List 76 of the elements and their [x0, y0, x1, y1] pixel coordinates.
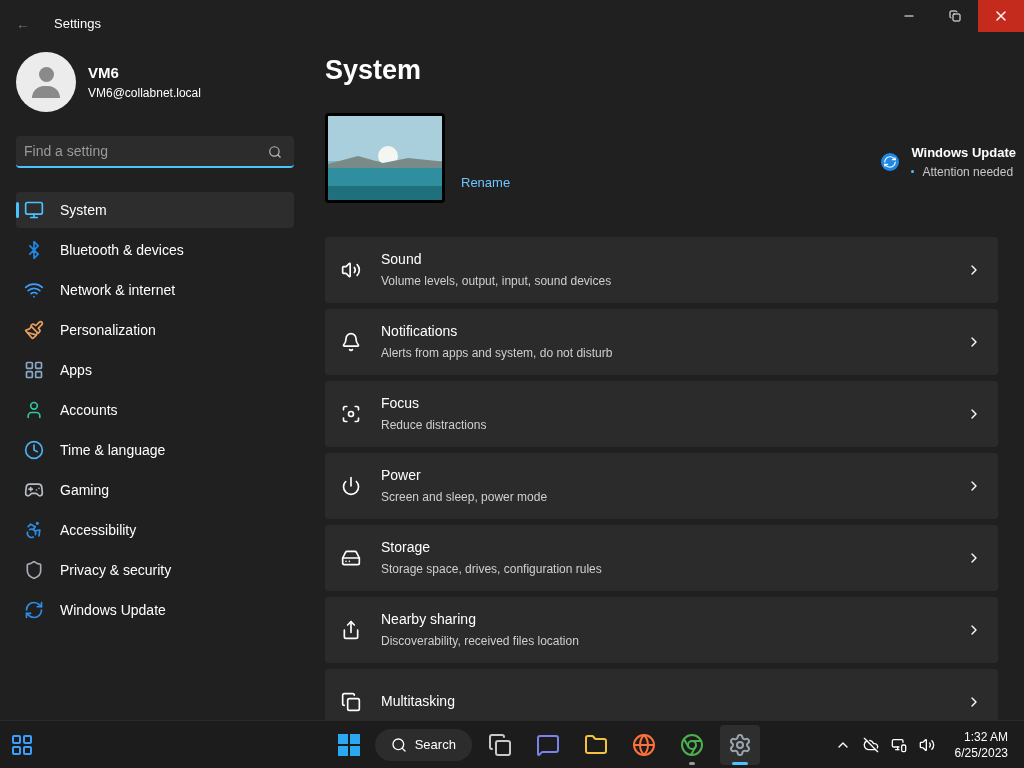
apps-icon — [24, 360, 44, 380]
card-description: Reduce distractions — [381, 417, 488, 434]
gamepad-icon — [24, 480, 44, 500]
card-description: Volume levels, output, input, sound devices — [381, 273, 613, 290]
speaker-icon — [341, 259, 361, 280]
running-indicator — [688, 761, 695, 765]
chrome-icon — [679, 732, 704, 757]
monitor-icon — [24, 200, 44, 220]
page-title: System — [325, 54, 423, 87]
sidebar-item[interactable]: Network & internet — [16, 272, 294, 308]
task-view-icon — [487, 732, 512, 757]
card-title: Storage — [381, 538, 432, 557]
windows-logo-icon — [337, 733, 360, 756]
sidebar-item[interactable]: Windows Update — [16, 592, 294, 628]
search-icon — [268, 145, 282, 159]
card-title: Nearby sharing — [381, 610, 477, 629]
card-title: Multitasking — [381, 692, 456, 711]
rename-link[interactable]: Rename — [461, 173, 511, 193]
clock-icon — [24, 440, 44, 460]
update-icon — [881, 152, 900, 171]
windows-icon — [341, 691, 361, 712]
settings-card[interactable]: Nearby sharing Discoverability, received files location — [325, 596, 998, 663]
card-description: Storage space, drives, configuration rules — [381, 561, 603, 578]
running-indicator — [731, 761, 748, 765]
power-icon — [341, 475, 361, 496]
share-icon — [341, 619, 361, 640]
widgets-icon — [10, 732, 34, 757]
card-description: Discoverability, received files location — [381, 633, 580, 650]
account-name: VM6 — [88, 62, 120, 83]
update-icon — [24, 600, 44, 620]
settings-card[interactable]: Storage Storage space, drives, configuration rules — [325, 524, 998, 591]
settings-card[interactable]: Power Screen and sleep, power mode — [325, 452, 998, 519]
settings-card[interactable]: Notifications Alerts from apps and system, do not disturb — [325, 308, 998, 375]
card-description: Alerts from apps and system, do not disturb — [381, 345, 614, 362]
accessibility-icon — [24, 520, 44, 540]
taskbar-app[interactable] — [719, 724, 760, 765]
window-title: Settings — [54, 15, 101, 34]
sidebar-item[interactable]: Time & language — [16, 432, 294, 468]
account-email: VM6@collabnet.local — [88, 85, 201, 103]
card-title: Sound — [381, 250, 423, 269]
settings-card[interactable]: Focus Reduce distractions — [325, 380, 998, 447]
shield-icon — [24, 560, 44, 580]
sidebar-item[interactable]: Privacy & security — [16, 552, 294, 588]
network-icon[interactable] — [890, 736, 907, 753]
gear-icon — [727, 732, 752, 757]
card-title: Power — [381, 466, 422, 485]
restore-icon — [949, 10, 961, 22]
sidebar-item[interactable]: Gaming — [16, 472, 294, 508]
settings-card[interactable]: Multitasking — [325, 668, 998, 720]
update-status: Attention needed — [922, 163, 1014, 181]
card-description: Screen and sleep, power mode — [381, 489, 549, 506]
sidebar-item[interactable]: Bluetooth & devices — [16, 232, 294, 268]
clock[interactable]: 1:32 AM 6/25/2023 — [954, 728, 1008, 761]
sidebar-item[interactable]: Accounts — [16, 392, 294, 428]
folder-icon — [583, 732, 608, 757]
avatar — [16, 52, 76, 112]
sidebar-item[interactable]: Accessibility — [16, 512, 294, 548]
person-icon — [24, 400, 44, 420]
back-button[interactable]: ← — [16, 14, 30, 34]
card-title: Notifications — [381, 322, 459, 341]
search-icon — [390, 736, 407, 753]
card-title: Focus — [381, 394, 421, 413]
update-title: Windows Update — [911, 144, 1016, 162]
search-field[interactable]: Find a setting — [16, 136, 294, 168]
cloud-off-icon[interactable] — [862, 736, 879, 753]
bell-icon — [341, 331, 361, 352]
taskbar-search[interactable]: Search — [374, 728, 472, 761]
focus-icon — [341, 403, 361, 424]
volume-icon[interactable] — [918, 736, 935, 753]
settings-card[interactable]: Sound Volume levels, output, input, sound devices — [325, 236, 998, 303]
wifi-icon — [24, 280, 44, 300]
sidebar-item[interactable]: Personalization — [16, 312, 294, 348]
chat-icon — [535, 732, 560, 757]
sidebar-item[interactable]: System — [16, 192, 294, 228]
paintbrush-icon — [24, 320, 44, 340]
sidebar-item[interactable]: Apps — [16, 352, 294, 388]
